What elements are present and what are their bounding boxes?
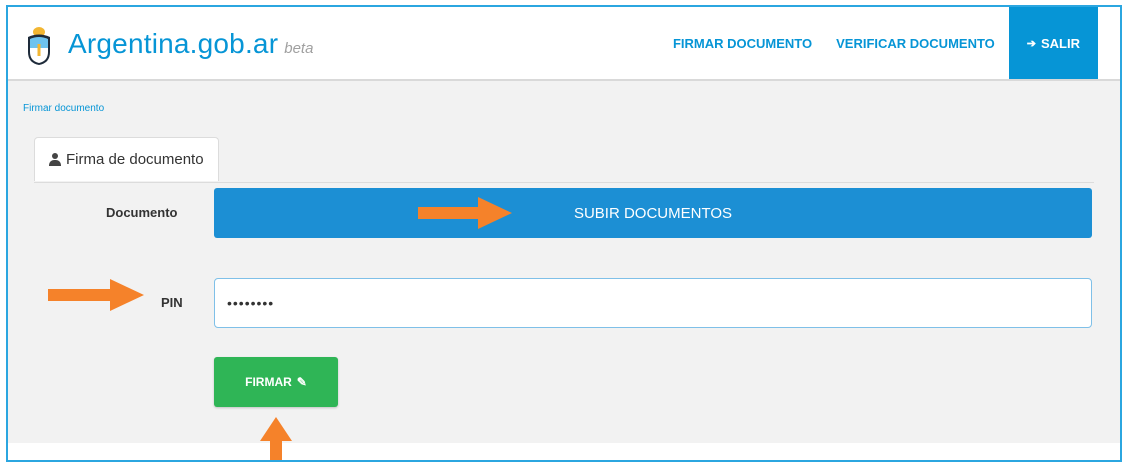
brand-logo[interactable]: Argentina.gob.ar beta: [22, 22, 313, 66]
sign-button-label: FIRMAR: [245, 375, 292, 389]
pencil-icon: ✎: [296, 375, 307, 389]
header: Argentina.gob.ar beta FIRMAR DOCUMENTO V…: [8, 7, 1120, 81]
top-nav: FIRMAR DOCUMENTO VERIFICAR DOCUMENTO ➔ S…: [661, 7, 1098, 79]
orange-arrow-icon: [48, 279, 144, 311]
orange-arrow-icon: [418, 197, 512, 229]
breadcrumb[interactable]: Firmar documento: [23, 103, 104, 114]
orange-arrow-icon: [260, 417, 292, 460]
logout-label: SALIR: [1041, 35, 1080, 51]
beta-tag: beta: [284, 39, 314, 57]
sign-button[interactable]: FIRMAR ✎: [214, 357, 338, 407]
nav-verify-document[interactable]: VERIFICAR DOCUMENTO: [824, 7, 1007, 79]
tab-document-signature[interactable]: Firma de documento: [34, 137, 219, 181]
logout-icon: ➔: [1026, 37, 1036, 50]
upload-documents-button[interactable]: SUBIR DOCUMENTOS: [214, 188, 1092, 238]
argentina-shield-icon: [28, 27, 50, 65]
tab-label: Firma de documento: [66, 151, 204, 168]
logout-button[interactable]: ➔ SALIR: [1008, 7, 1098, 79]
nav-sign-document[interactable]: FIRMAR DOCUMENTO: [661, 7, 824, 79]
tab-bar: Firma de documento: [34, 137, 1094, 183]
user-icon: [49, 153, 61, 166]
app-window: Argentina.gob.ar beta FIRMAR DOCUMENTO V…: [6, 5, 1122, 462]
main-content: Firmar documento Firma de documento Docu…: [8, 81, 1120, 443]
pin-input[interactable]: ••••••••: [214, 278, 1092, 328]
document-label: Documento: [106, 205, 178, 220]
brand-name: Argentina.gob.ar: [68, 28, 279, 59]
pin-label: PIN: [161, 295, 183, 310]
